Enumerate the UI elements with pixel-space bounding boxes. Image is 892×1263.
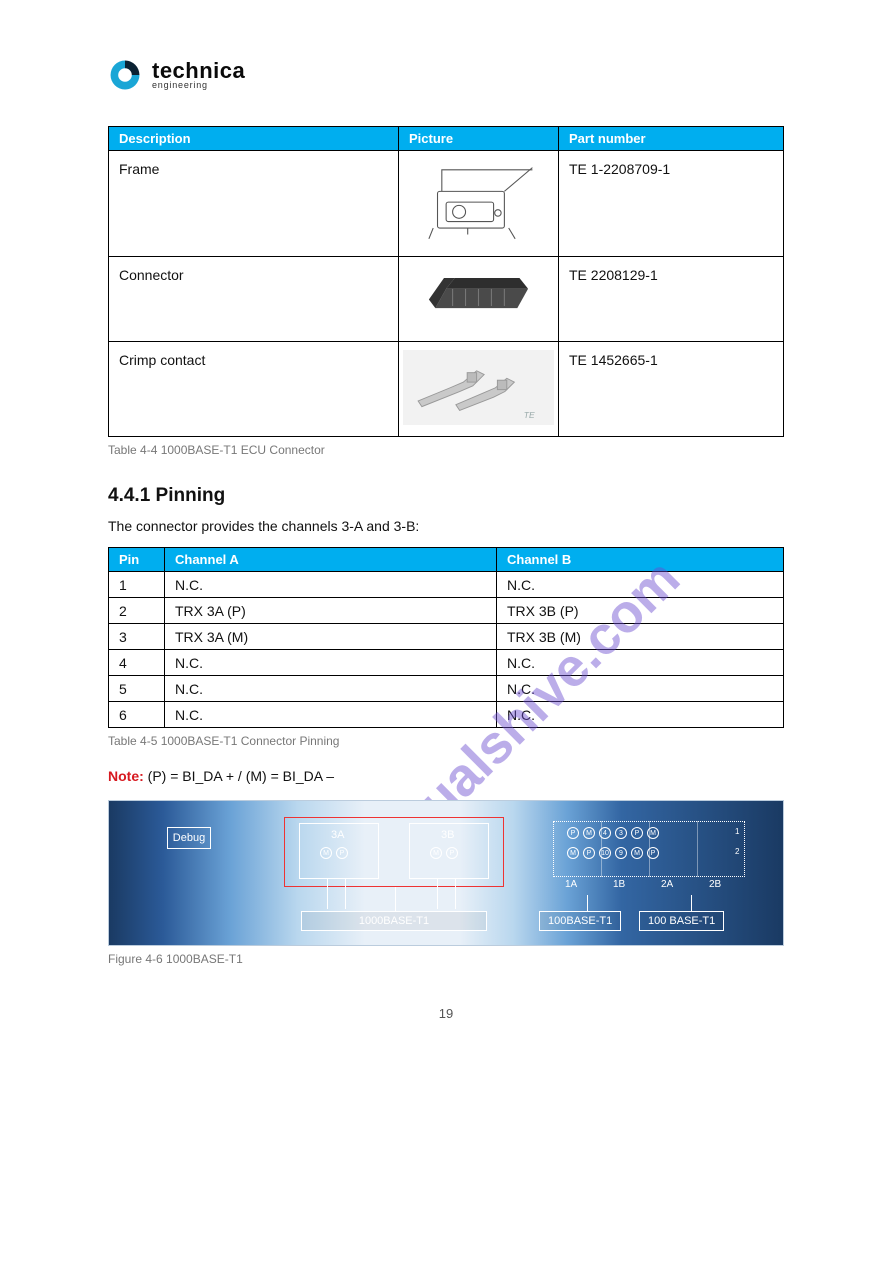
pin-icon: P [583, 847, 595, 859]
table-row: Crimp contact TE TE 1452665-1 [109, 341, 784, 437]
pin-m-icon: M [320, 847, 332, 859]
section-title: Pinning [156, 485, 226, 506]
col-partnumber: Part number [559, 127, 784, 151]
logo-mark-icon [108, 58, 142, 92]
port-3a-label: 3A [331, 829, 344, 841]
cell-pic [399, 257, 559, 342]
pin-p-icon: P [336, 847, 348, 859]
cell: N.C. [165, 650, 497, 676]
pin-icon: P [631, 827, 643, 839]
cell-part: TE 2208129-1 [559, 257, 784, 342]
cell: N.C. [165, 572, 497, 598]
cell: TRX 3B (P) [497, 598, 784, 624]
cell: N.C. [497, 676, 784, 702]
note: Note: (P) = BI_DA + / (M) = BI_DA – [108, 768, 784, 784]
table-row: 6N.C.N.C. [109, 702, 784, 728]
table-row: 3TRX 3A (M)TRX 3B (M) [109, 624, 784, 650]
cell: 4 [109, 650, 165, 676]
pin-p-icon: P [446, 847, 458, 859]
section-number: 4.4.1 [108, 485, 150, 506]
pin-row-2: MP109MP [567, 847, 659, 859]
pin-icon: M [631, 847, 643, 859]
pin-icon: P [567, 827, 579, 839]
table-row: 4N.C.N.C. [109, 650, 784, 676]
figure-caption: Figure 4-6 1000BASE-T1 [108, 952, 784, 966]
cell-desc: Connector [109, 257, 399, 342]
pin-icon: 9 [615, 847, 627, 859]
cell-part: TE 1452665-1 [559, 341, 784, 437]
pin-icon: M [567, 847, 579, 859]
cell: N.C. [497, 702, 784, 728]
table-row: 1N.C.N.C. [109, 572, 784, 598]
pinrow-index: 1 [735, 827, 739, 836]
cell: N.C. [165, 702, 497, 728]
cell-part: TE 1-2208709-1 [559, 151, 784, 257]
pinrow-index: 2 [735, 847, 739, 856]
bay-label: 2B [709, 879, 721, 890]
table-row: Connector TE 2208129-1 [109, 257, 784, 342]
connector-drawing-icon [403, 265, 554, 330]
col-description: Description [109, 127, 399, 151]
bay-label: 2A [661, 879, 673, 890]
cell: N.C. [497, 572, 784, 598]
cell: TRX 3A (P) [165, 598, 497, 624]
cell-desc: Frame [109, 151, 399, 257]
pin-icon: M [583, 827, 595, 839]
note-text: (P) = BI_DA + / (M) = BI_DA – [148, 768, 334, 784]
col-picture: Picture [399, 127, 559, 151]
table-row: 5N.C.N.C. [109, 676, 784, 702]
col-pin: Pin [109, 548, 165, 572]
badge-100baset1: 100BASE-T1 [539, 911, 621, 931]
cell: 6 [109, 702, 165, 728]
pin-row-1: PM43PM [567, 827, 659, 839]
cell: 2 [109, 598, 165, 624]
frame-drawing-icon [403, 159, 554, 245]
col-cha: Channel A [165, 548, 497, 572]
port-3b-label: 3B [441, 829, 454, 841]
bay-label: 1A [565, 879, 577, 890]
debug-port: Debug [167, 827, 211, 849]
bay-label: 1B [613, 879, 625, 890]
col-chb: Channel B [497, 548, 784, 572]
table-caption: Table 4-5 1000BASE-T1 Connector Pinning [108, 734, 784, 748]
cell-pic [399, 151, 559, 257]
cell: TRX 3A (M) [165, 624, 497, 650]
debug-label: Debug [173, 832, 205, 844]
cell: 3 [109, 624, 165, 650]
badge-1000baset1: 1000BASE-T1 [301, 911, 487, 931]
section-heading: 4.4.1 Pinning [108, 485, 784, 507]
pin-m-icon: M [430, 847, 442, 859]
cell: N.C. [165, 676, 497, 702]
table-caption: Table 4-4 1000BASE-T1 ECU Connector [108, 443, 784, 457]
cell: N.C. [497, 650, 784, 676]
cell: 5 [109, 676, 165, 702]
cell-desc: Crimp contact [109, 341, 399, 437]
crimp-drawing-icon: TE [403, 350, 554, 426]
table-row: Frame [109, 151, 784, 257]
cell: TRX 3B (M) [497, 624, 784, 650]
pin-icon: 3 [615, 827, 627, 839]
badge-100baset1: 100 BASE-T1 [639, 911, 724, 931]
switch-diagram: Debug 3A M P 3B M P PM43PM [108, 800, 784, 946]
cell: 1 [109, 572, 165, 598]
connector-parts-table: Description Picture Part number Frame [108, 126, 784, 437]
cell-pic: TE [399, 341, 559, 437]
svg-text:TE: TE [524, 410, 535, 420]
section-intro: The connector provides the channels 3-A … [108, 517, 784, 537]
brand-logo: technica engineering [108, 58, 784, 92]
pinning-table: Pin Channel A Channel B 1N.C.N.C.2TRX 3A… [108, 547, 784, 728]
table-row: 2TRX 3A (P)TRX 3B (P) [109, 598, 784, 624]
page-number: 19 [108, 1006, 784, 1021]
note-label: Note: [108, 768, 144, 784]
